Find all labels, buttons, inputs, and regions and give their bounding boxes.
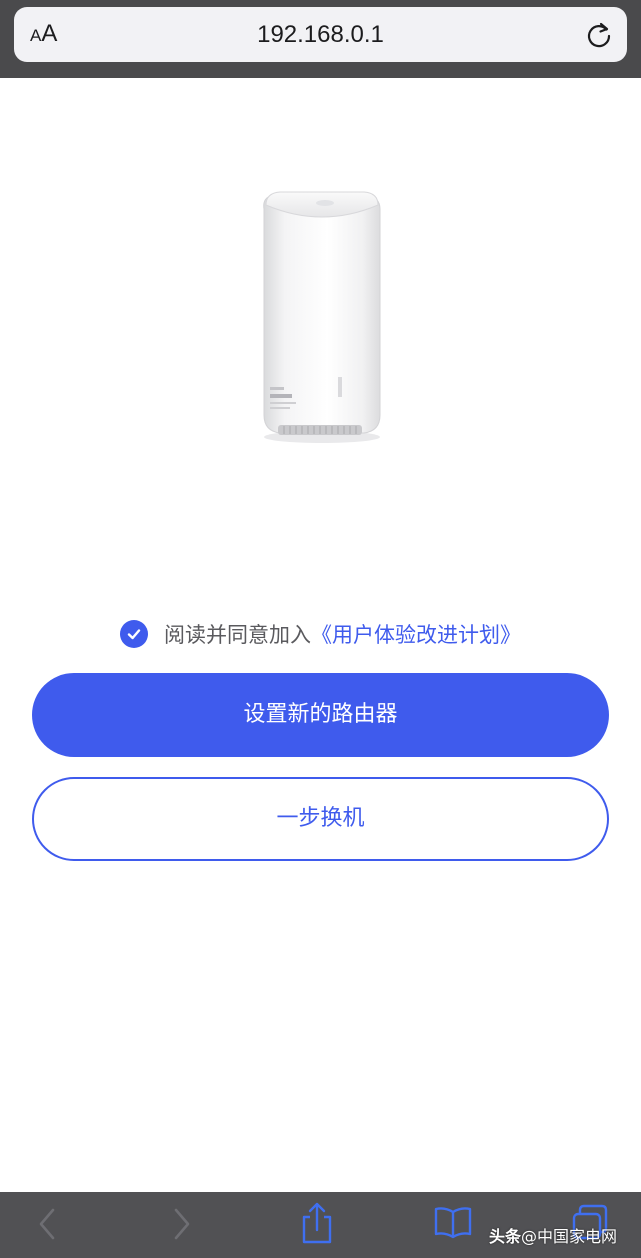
forward-icon[interactable] — [171, 1206, 193, 1242]
checkmark-icon — [127, 629, 141, 640]
address-bar[interactable]: AA 192.168.0.1 — [14, 7, 627, 62]
router-illustration — [263, 191, 381, 443]
back-icon[interactable] — [36, 1206, 58, 1242]
router-image — [240, 175, 400, 450]
bookmarks-icon[interactable] — [433, 1204, 473, 1240]
url-text[interactable]: 192.168.0.1 — [14, 7, 627, 62]
one-step-replace-button[interactable]: 一步换机 — [32, 777, 609, 861]
agreement-link[interactable]: 《用户体验改进计划》 — [311, 619, 521, 649]
watermark: 头条@中国家电网 — [489, 1225, 617, 1249]
watermark-handle: @中国家电网 — [521, 1227, 618, 1246]
share-icon[interactable] — [300, 1200, 334, 1246]
setup-new-router-button[interactable]: 设置新的路由器 — [32, 673, 609, 757]
agreement-checkbox[interactable] — [120, 620, 148, 648]
agreement-text: 阅读并同意加入 — [164, 623, 311, 647]
watermark-brand: 头条 — [489, 1227, 522, 1246]
reload-icon[interactable] — [584, 20, 614, 50]
browser-top-bar: AA 192.168.0.1 — [0, 0, 641, 78]
agreement-row: 阅读并同意加入 《用户体验改进计划》 — [0, 617, 641, 651]
